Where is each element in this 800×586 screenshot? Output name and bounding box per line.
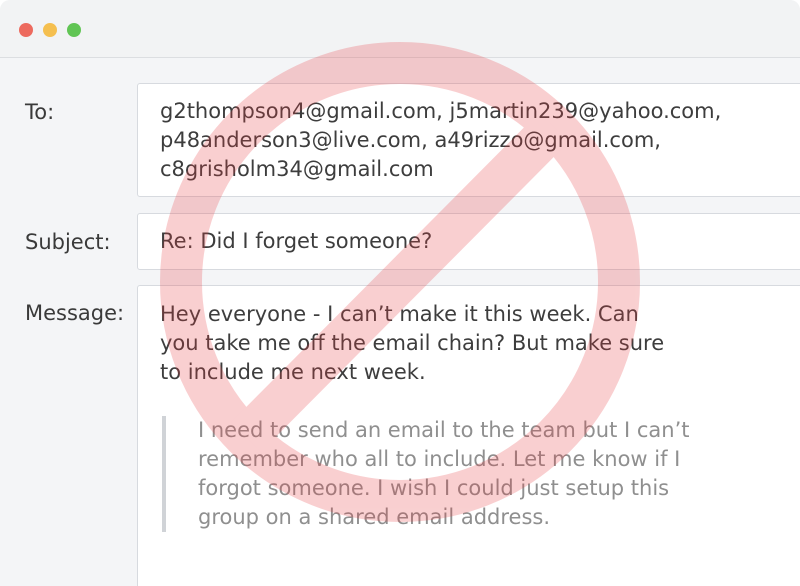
maximize-window-button[interactable]	[67, 23, 81, 37]
message-body: Hey everyone - I can’t make it this week…	[160, 302, 665, 384]
quoted-message: I need to send an email to the team but …	[162, 416, 758, 532]
to-label: To:	[25, 100, 55, 124]
to-recipients: g2thompson4@gmail.com, j5martin239@yahoo…	[160, 99, 722, 181]
email-compose-window: To: g2thompson4@gmail.com, j5martin239@y…	[0, 0, 800, 586]
title-bar	[0, 0, 800, 58]
subject-label: Subject:	[25, 230, 111, 254]
subject-field[interactable]: Re: Did I forget someone?	[137, 213, 800, 270]
compose-form: To: g2thompson4@gmail.com, j5martin239@y…	[0, 58, 800, 586]
message-field[interactable]: Hey everyone - I can’t make it this week…	[137, 285, 800, 586]
to-field[interactable]: g2thompson4@gmail.com, j5martin239@yahoo…	[137, 83, 800, 197]
message-label: Message:	[25, 301, 125, 325]
minimize-window-button[interactable]	[43, 23, 57, 37]
subject-text: Re: Did I forget someone?	[160, 229, 433, 253]
close-window-button[interactable]	[19, 23, 33, 37]
